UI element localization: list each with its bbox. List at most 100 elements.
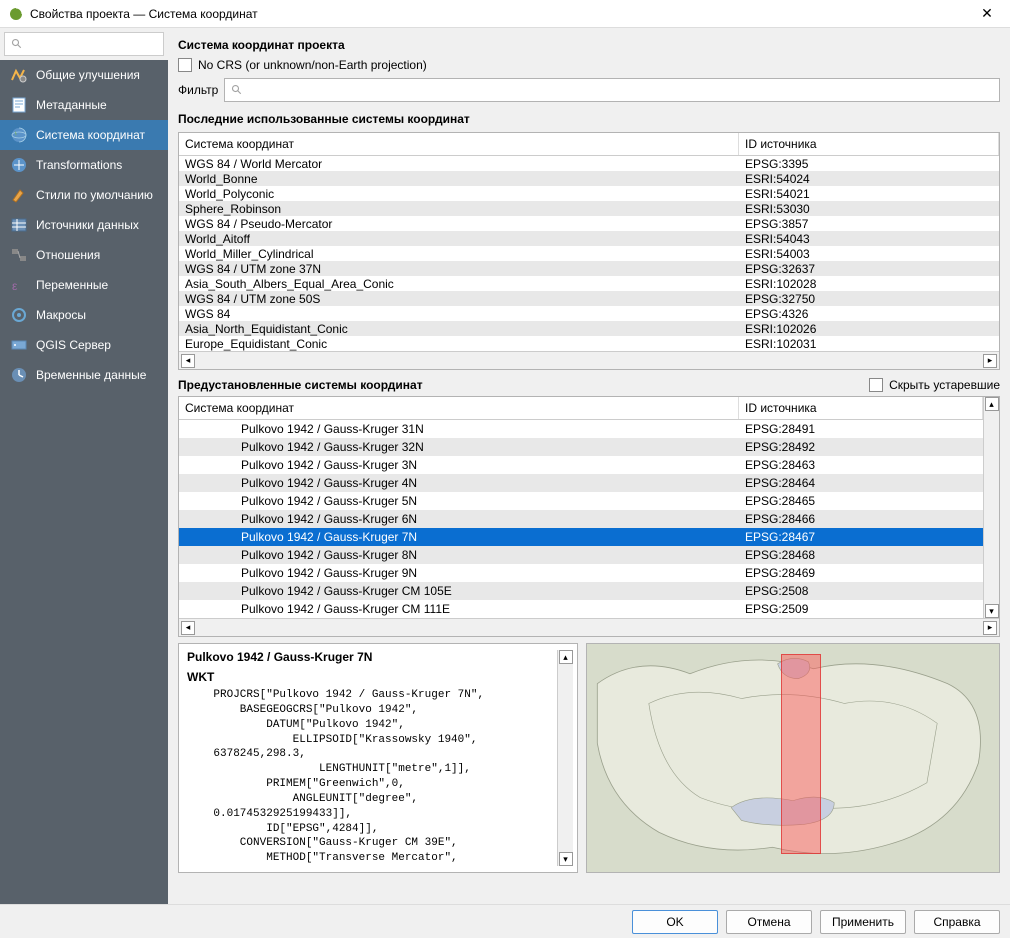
wkt-vscroll[interactable]: ▴ ▾ <box>557 650 573 866</box>
table-row[interactable]: World_Miller_CylindricalESRI:54003 <box>179 246 999 261</box>
sidebar-item-globe[interactable]: Система координат <box>0 120 168 150</box>
sidebar-item-transform[interactable]: Transformations <box>0 150 168 180</box>
sidebar-item-variables[interactable]: εПеременные <box>0 270 168 300</box>
scroll-up-icon[interactable]: ▴ <box>985 397 999 411</box>
crs-name: Pulkovo 1942 / Gauss-Kruger 3N <box>179 458 739 472</box>
scroll-left-icon[interactable]: ◂ <box>181 621 195 635</box>
crs-id: EPSG:4326 <box>739 307 999 321</box>
sidebar-item-styles[interactable]: Стили по умолчанию <box>0 180 168 210</box>
apply-button[interactable]: Применить <box>820 910 906 934</box>
cancel-button[interactable]: Отмена <box>726 910 812 934</box>
table-row[interactable]: Asia_South_Albers_Equal_Area_ConicESRI:1… <box>179 276 999 291</box>
crs-name: WGS 84 / UTM zone 37N <box>179 262 739 276</box>
crs-id: ESRI:54024 <box>739 172 999 186</box>
table-row[interactable]: Pulkovo 1942 / Gauss-Kruger CM 105EEPSG:… <box>179 582 983 600</box>
sidebar-item-metadata[interactable]: Метаданные <box>0 90 168 120</box>
predefined-table: Система координат ID источника Pulkovo 1… <box>178 396 1000 637</box>
sidebar-search[interactable] <box>4 32 164 56</box>
crs-name: World_Polyconic <box>179 187 739 201</box>
sidebar-item-relations[interactable]: Отношения <box>0 240 168 270</box>
crs-name: Asia_South_Albers_Equal_Area_Conic <box>179 277 739 291</box>
table-row[interactable]: Pulkovo 1942 / Gauss-Kruger 9NEPSG:28469 <box>179 564 983 582</box>
predefined-vscroll[interactable]: ▴ ▾ <box>983 397 999 618</box>
crs-name: Pulkovo 1942 / Gauss-Kruger CM 111E <box>179 602 739 616</box>
table-row[interactable]: Pulkovo 1942 / Gauss-Kruger 6NEPSG:28466 <box>179 510 983 528</box>
table-row[interactable]: Pulkovo 1942 / Gauss-Kruger 8NEPSG:28468 <box>179 546 983 564</box>
table-row[interactable]: Pulkovo 1942 / Gauss-Kruger 5NEPSG:28465 <box>179 492 983 510</box>
crs-name: Pulkovo 1942 / Gauss-Kruger 8N <box>179 548 739 562</box>
table-row[interactable]: Sphere_RobinsonESRI:53030 <box>179 201 999 216</box>
scroll-right-icon[interactable]: ▸ <box>983 354 997 368</box>
predefined-hscroll[interactable]: ◂ ▸ <box>179 618 999 636</box>
crs-name: Pulkovo 1942 / Gauss-Kruger 32N <box>179 440 739 454</box>
wkt-box: Pulkovo 1942 / Gauss-Kruger 7N WKT PROJC… <box>178 643 578 873</box>
table-row[interactable]: Pulkovo 1942 / Gauss-Kruger 3NEPSG:28463 <box>179 456 983 474</box>
scroll-down-icon[interactable]: ▾ <box>559 852 573 866</box>
hide-deprecated-checkbox[interactable] <box>869 378 883 392</box>
table-row[interactable]: WGS 84 / UTM zone 50SEPSG:32750 <box>179 291 999 306</box>
filter-input[interactable] <box>224 78 1000 102</box>
crs-name: Asia_North_Equidistant_Conic <box>179 322 739 336</box>
table-row[interactable]: WGS 84 / Pseudo-MercatorEPSG:3857 <box>179 216 999 231</box>
crs-id: EPSG:28492 <box>739 440 983 454</box>
crs-id: ESRI:102031 <box>739 337 999 351</box>
ok-button[interactable]: OK <box>632 910 718 934</box>
crs-id: EPSG:28469 <box>739 566 983 580</box>
col-crs[interactable]: Система координат <box>179 397 739 419</box>
table-row[interactable]: Pulkovo 1942 / Gauss-Kruger 31NEPSG:2849… <box>179 420 983 438</box>
macros-icon <box>10 306 28 324</box>
table-row[interactable]: Pulkovo 1942 / Gauss-Kruger CM 111EEPSG:… <box>179 600 983 618</box>
sidebar-item-temporal[interactable]: Временные данные <box>0 360 168 390</box>
sidebar-item-datasources[interactable]: Источники данных <box>0 210 168 240</box>
general-icon <box>10 66 28 84</box>
no-crs-checkbox[interactable] <box>178 58 192 72</box>
table-row[interactable]: WGS 84 / World MercatorEPSG:3395 <box>179 156 999 171</box>
crs-name: Pulkovo 1942 / Gauss-Kruger CM 105E <box>179 584 739 598</box>
table-row[interactable]: WGS 84 / UTM zone 37NEPSG:32637 <box>179 261 999 276</box>
table-row[interactable]: Asia_North_Equidistant_ConicESRI:102026 <box>179 321 999 336</box>
table-row[interactable]: World_BonneESRI:54024 <box>179 171 999 186</box>
sidebar-item-label: Общие улучшения <box>36 68 140 82</box>
sidebar-item-general[interactable]: Общие улучшения <box>0 60 168 90</box>
crs-name: Pulkovo 1942 / Gauss-Kruger 4N <box>179 476 739 490</box>
styles-icon <box>10 186 28 204</box>
table-row[interactable]: Pulkovo 1942 / Gauss-Kruger 7NEPSG:28467 <box>179 528 983 546</box>
dialog-footer: OK Отмена Применить Справка <box>0 904 1010 938</box>
crs-id: EPSG:3857 <box>739 217 999 231</box>
table-row[interactable]: Pulkovo 1942 / Gauss-Kruger 32NEPSG:2849… <box>179 438 983 456</box>
col-crs[interactable]: Система координат <box>179 133 739 155</box>
crs-id: ESRI:54043 <box>739 232 999 246</box>
table-row[interactable]: Pulkovo 1942 / Gauss-Kruger 4NEPSG:28464 <box>179 474 983 492</box>
table-row[interactable]: World_PolyconicESRI:54021 <box>179 186 999 201</box>
crs-id: EPSG:28468 <box>739 548 983 562</box>
recent-title: Последние использованные системы координ… <box>178 112 1000 126</box>
crs-name: Europe_Equidistant_Conic <box>179 337 739 351</box>
app-icon <box>8 6 24 22</box>
crs-id: EPSG:28467 <box>739 530 983 544</box>
table-row[interactable]: WGS 84EPSG:4326 <box>179 306 999 321</box>
help-button[interactable]: Справка <box>914 910 1000 934</box>
crs-name: Pulkovo 1942 / Gauss-Kruger 6N <box>179 512 739 526</box>
crs-id: EPSG:28463 <box>739 458 983 472</box>
col-id[interactable]: ID источника <box>739 133 999 155</box>
section-project-crs: Система координат проекта <box>178 38 1000 52</box>
scroll-up-icon[interactable]: ▴ <box>559 650 573 664</box>
close-icon[interactable]: ✕ <box>972 5 1002 22</box>
sidebar-item-macros[interactable]: Макросы <box>0 300 168 330</box>
sidebar-item-server[interactable]: QGIS Сервер <box>0 330 168 360</box>
crs-name: World_Aitoff <box>179 232 739 246</box>
col-id[interactable]: ID источника <box>739 397 983 419</box>
no-crs-label: No CRS (or unknown/non-Earth projection) <box>198 58 427 72</box>
scroll-left-icon[interactable]: ◂ <box>181 354 195 368</box>
scroll-down-icon[interactable]: ▾ <box>985 604 999 618</box>
crs-name: Pulkovo 1942 / Gauss-Kruger 5N <box>179 494 739 508</box>
table-row[interactable]: World_AitoffESRI:54043 <box>179 231 999 246</box>
temporal-icon <box>10 366 28 384</box>
wkt-label: WKT <box>187 670 557 684</box>
scroll-right-icon[interactable]: ▸ <box>983 621 997 635</box>
sidebar-item-label: Временные данные <box>36 368 146 382</box>
recent-hscroll[interactable]: ◂ ▸ <box>179 351 999 369</box>
table-row[interactable]: Europe_Equidistant_ConicESRI:102031 <box>179 336 999 351</box>
metadata-icon <box>10 96 28 114</box>
svg-text:ε: ε <box>12 279 18 293</box>
